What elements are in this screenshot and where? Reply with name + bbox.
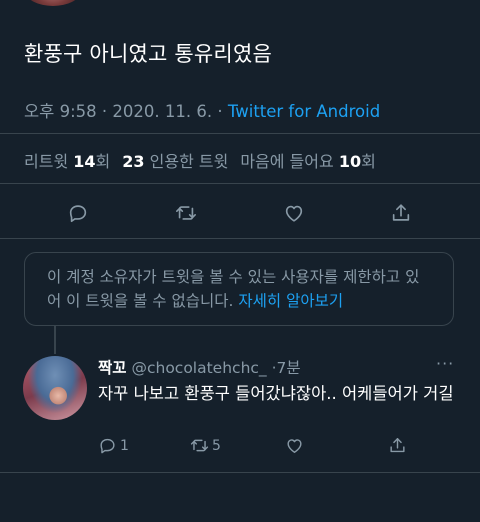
tweet-time: 오후 9:58: [24, 102, 97, 121]
likes-unit: 회: [361, 152, 376, 171]
reply-like-button[interactable]: [285, 436, 307, 455]
reply-handle[interactable]: @chocolatehchc_: [131, 359, 266, 377]
reply-share-button[interactable]: [388, 436, 407, 455]
reply-button[interactable]: [64, 199, 92, 227]
likes-count: 10: [338, 152, 362, 171]
quotes-stat[interactable]: 23 인용한 트윗: [122, 148, 228, 172]
share-icon: [392, 204, 410, 221]
meta-separator: ·: [217, 102, 228, 121]
author-avatar[interactable]: [26, 0, 80, 6]
reply-icon: [100, 438, 115, 454]
meta-separator: ·: [101, 102, 113, 121]
tweet-source-link[interactable]: Twitter for Android: [228, 102, 380, 121]
like-icon: [285, 205, 303, 222]
retweets-unit: 회: [95, 152, 111, 171]
quotes-count: 23: [122, 152, 145, 171]
reply-time[interactable]: 7분: [277, 359, 301, 377]
retweet-icon: [176, 206, 196, 220]
divider: [0, 183, 480, 184]
like-icon: [287, 439, 302, 453]
reply-avatar[interactable]: [23, 356, 87, 420]
reply-author-name[interactable]: 짝꼬: [98, 359, 127, 377]
retweets-count: 14: [73, 152, 96, 171]
notice-text: 이 계정 소유자가 트윗을 볼 수 있는 사용자를 제한하고 있어 이 트윗을 …: [47, 268, 420, 310]
learn-more-link[interactable]: 자세히 알아보기: [238, 292, 343, 310]
tweet-stats: 리트윗 14회 23 인용한 트윗 마음에 들어요 10회: [24, 148, 388, 172]
divider: [0, 133, 480, 134]
restricted-tweet-notice: 이 계정 소유자가 트윗을 볼 수 있는 사용자를 제한하고 있어 이 트윗을 …: [24, 252, 454, 326]
reply-text: 자꾸 나보고 환풍구 들어갔냐잖아.. 어케들어가 거길: [98, 384, 454, 403]
retweet-count: 5: [212, 437, 221, 454]
share-icon: [390, 438, 405, 453]
retweets-stat[interactable]: 리트윗 14회: [24, 148, 110, 172]
tweet-actions: [0, 193, 480, 233]
thread-connector: [54, 326, 56, 354]
quotes-label: 인용한 트윗: [149, 152, 229, 171]
retweet-button[interactable]: [172, 199, 200, 227]
reply-header: 짝꼬 @chocolatehchc_ ·7분: [98, 356, 301, 378]
share-button[interactable]: [387, 199, 415, 227]
likes-stat[interactable]: 마음에 들어요 10회: [240, 148, 376, 172]
more-options-icon[interactable]: ···: [436, 354, 454, 373]
divider: [0, 238, 480, 239]
reply-actions: 1 5: [98, 436, 458, 458]
divider: [0, 472, 480, 473]
like-button[interactable]: [280, 199, 308, 227]
reply-icon: [69, 205, 87, 223]
tweet-date: 2020. 11. 6.: [112, 102, 213, 121]
tweet-text: 환풍구 아니였고 통유리였음: [24, 42, 272, 66]
retweet-icon: [190, 439, 209, 452]
reply-count: 1: [120, 437, 129, 454]
retweets-label: 리트윗: [24, 152, 69, 171]
reply-retweet-button[interactable]: 5: [190, 436, 221, 455]
likes-label: 마음에 들어요: [240, 152, 334, 171]
tweet-meta: 오후 9:58 · 2020. 11. 6. · Twitter for And…: [24, 98, 380, 122]
reply-reply-button[interactable]: 1: [98, 436, 129, 455]
